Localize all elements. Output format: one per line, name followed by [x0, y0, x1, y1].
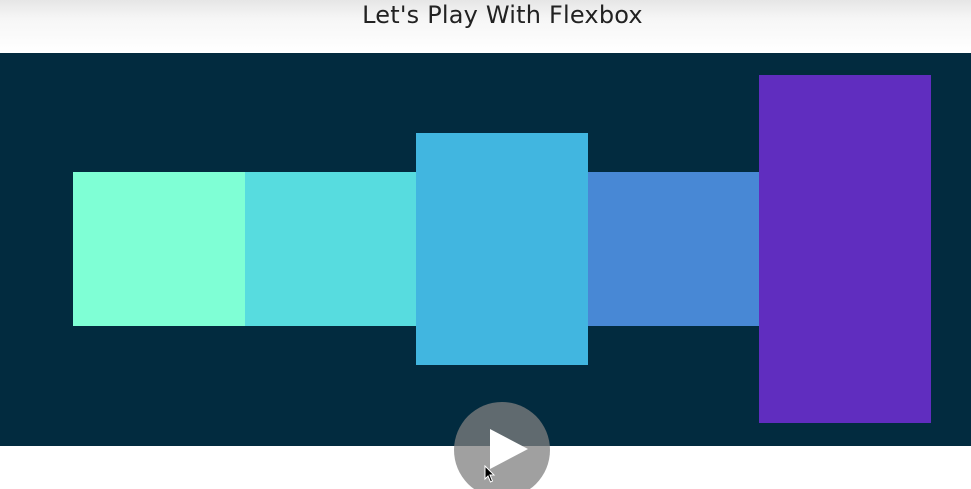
flex-item-4 — [588, 172, 759, 326]
flexbox-stage — [0, 53, 971, 446]
page: Let's Play With Flexbox — [0, 0, 971, 489]
flex-item-5 — [759, 75, 931, 423]
header: Let's Play With Flexbox — [0, 0, 971, 53]
page-title: Let's Play With Flexbox — [362, 0, 643, 29]
play-button[interactable] — [454, 402, 550, 489]
play-icon — [490, 429, 528, 469]
flex-item-3 — [416, 133, 588, 365]
flex-item-1 — [73, 172, 245, 326]
flex-item-2 — [245, 172, 416, 326]
